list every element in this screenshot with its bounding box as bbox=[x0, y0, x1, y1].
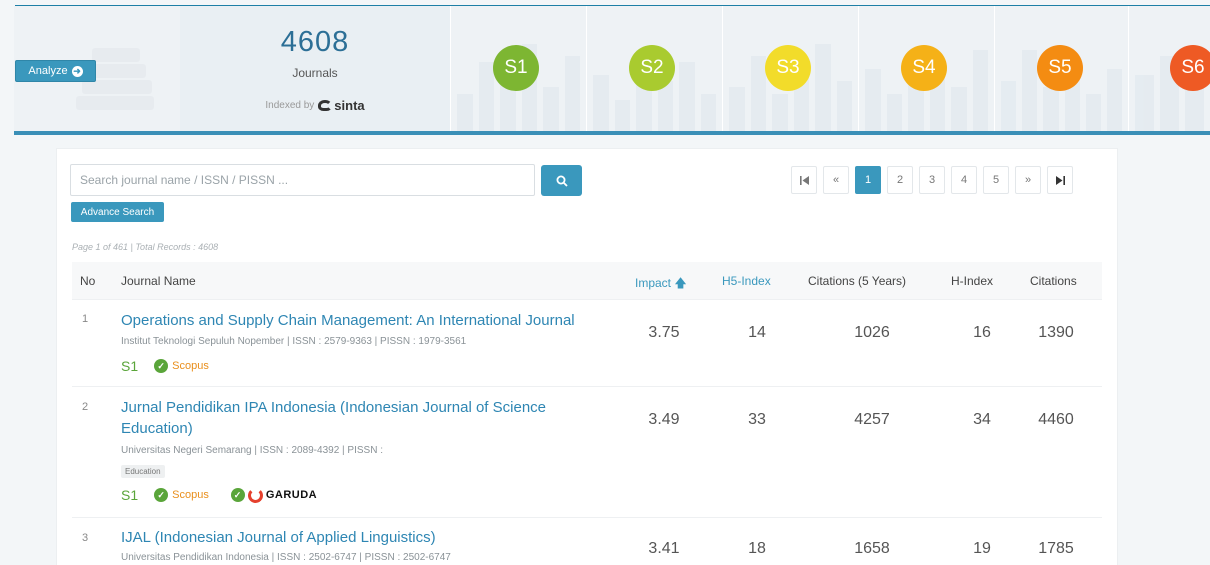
impact-value: 3.75 bbox=[648, 324, 680, 341]
citations-5y-value: 4257 bbox=[854, 411, 890, 428]
h5-index-value: 14 bbox=[748, 324, 766, 341]
sort-up-icon: 🡅 bbox=[674, 276, 687, 290]
page-info: Page 1 of 461 | Total Records : 4608 bbox=[72, 242, 219, 252]
total-journals-label: Journals bbox=[292, 66, 338, 80]
rank-badge-s1[interactable]: S1 bbox=[493, 45, 539, 91]
rank-badge-s3[interactable]: S3 bbox=[765, 45, 811, 91]
page-1-button[interactable]: 1 bbox=[855, 166, 881, 194]
search-input[interactable] bbox=[70, 164, 535, 196]
total-journals-count: 4608 bbox=[280, 26, 350, 58]
next-page-button[interactable]: » bbox=[1015, 166, 1041, 194]
first-page-icon bbox=[799, 175, 809, 185]
citations-value: 4460 bbox=[1038, 411, 1074, 428]
arrow-right-icon: ➜ bbox=[71, 65, 83, 77]
journal-accreditation: S1 ✓ Scopus ✓ GARUDA bbox=[121, 487, 317, 503]
search-icon bbox=[556, 175, 568, 187]
col-impact-sort[interactable]: Impact 🡅 bbox=[635, 274, 687, 295]
analyze-label: Analyze bbox=[28, 65, 68, 77]
last-page-button[interactable] bbox=[1047, 166, 1073, 194]
total-journals-box: 4608 Journals Indexed by sinta bbox=[180, 6, 450, 131]
journal-title-link[interactable]: Jurnal Pendidikan IPA Indonesia (Indones… bbox=[121, 397, 546, 418]
col-journal-name: Journal Name bbox=[121, 274, 196, 288]
col-citations: Citations bbox=[1030, 274, 1077, 288]
h-index-value: 34 bbox=[973, 411, 991, 428]
citations-value: 1390 bbox=[1038, 324, 1074, 341]
page-4-button[interactable]: 4 bbox=[951, 166, 977, 194]
table-header: No Journal Name Impact 🡅 H5-Index Citati… bbox=[72, 262, 1102, 300]
h5-index-value: 33 bbox=[748, 411, 766, 428]
books-illustration bbox=[72, 40, 162, 125]
h-index-value: 16 bbox=[973, 324, 991, 341]
citations-5y-value: 1026 bbox=[854, 324, 890, 341]
col-h-index: H-Index bbox=[951, 274, 994, 288]
table-row: 3 IJAL (Indonesian Journal of Applied Li… bbox=[72, 519, 1102, 565]
page-5-button[interactable]: 5 bbox=[983, 166, 1009, 194]
indexed-by-label: Indexed by bbox=[265, 100, 315, 111]
check-circle-icon: ✓ bbox=[154, 359, 169, 373]
col-citations-5y: Citations (5 Years) bbox=[808, 274, 907, 288]
journal-meta: Universitas Pendidikan Indonesia | ISSN … bbox=[121, 552, 451, 563]
row-number: 1 bbox=[82, 313, 89, 325]
rank-label: S1 bbox=[121, 487, 139, 503]
citations-value: 1785 bbox=[1038, 540, 1074, 557]
rank-badge-s4[interactable]: S4 bbox=[901, 45, 947, 91]
pagination: « 1 2 3 4 5 » bbox=[791, 166, 1073, 194]
h5-index-value: 18 bbox=[748, 540, 766, 557]
sinta-logo-icon bbox=[318, 100, 333, 111]
impact-value: 3.41 bbox=[648, 540, 680, 557]
rank-badge-s2[interactable]: S2 bbox=[629, 45, 675, 91]
sinta-logo: sinta bbox=[318, 98, 365, 113]
scopus-label: Scopus bbox=[172, 489, 209, 501]
row-number: 2 bbox=[82, 401, 89, 413]
scopus-badge[interactable]: ✓ Scopus bbox=[154, 488, 209, 502]
check-circle-icon: ✓ bbox=[230, 488, 245, 502]
table-row: 1 Operations and Supply Chain Management… bbox=[72, 301, 1102, 387]
scopus-label: Scopus bbox=[172, 360, 209, 372]
sinta-logo-text: sinta bbox=[334, 98, 365, 113]
col-impact-label: Impact bbox=[635, 276, 672, 290]
first-page-button[interactable] bbox=[791, 166, 817, 194]
row-number: 3 bbox=[82, 532, 89, 544]
citations-5y-value: 1658 bbox=[854, 540, 890, 557]
header-bottom-border bbox=[14, 131, 1210, 135]
rank-badge-s5[interactable]: S5 bbox=[1037, 45, 1083, 91]
journal-meta: Institut Teknologi Sepuluh Nopember | IS… bbox=[121, 336, 467, 347]
check-circle-icon: ✓ bbox=[154, 488, 169, 502]
garuda-label: GARUDA bbox=[265, 489, 318, 501]
journal-meta: Universitas Negeri Semarang | ISSN : 208… bbox=[121, 445, 383, 456]
page-3-button[interactable]: 3 bbox=[919, 166, 945, 194]
h-index-value: 19 bbox=[973, 540, 991, 557]
garuda-badge[interactable]: ✓ GARUDA bbox=[230, 487, 318, 503]
impact-value: 3.49 bbox=[648, 411, 680, 428]
analyze-button[interactable]: Analyze ➜ bbox=[15, 60, 96, 82]
search-button[interactable] bbox=[541, 165, 582, 196]
rank-label: S1 bbox=[121, 358, 139, 374]
col-no: No bbox=[80, 274, 96, 288]
advance-search-button[interactable]: Advance Search bbox=[71, 202, 164, 222]
prev-page-button[interactable]: « bbox=[823, 166, 849, 194]
journal-title-link[interactable]: IJAL (Indonesian Journal of Applied Ling… bbox=[121, 527, 436, 548]
indexed-by: Indexed by sinta bbox=[180, 98, 450, 113]
subject-tag[interactable]: Education bbox=[121, 465, 165, 478]
journal-title-link[interactable]: Operations and Supply Chain Management: … bbox=[121, 310, 575, 331]
table-row: 2 Jurnal Pendidikan IPA Indonesia (Indon… bbox=[72, 388, 1102, 518]
last-page-icon bbox=[1055, 175, 1065, 185]
scopus-badge[interactable]: ✓ Scopus bbox=[154, 359, 209, 373]
page-2-button[interactable]: 2 bbox=[887, 166, 913, 194]
garuda-logo-icon bbox=[247, 487, 263, 503]
journal-accreditation: S1 ✓ Scopus bbox=[121, 358, 209, 374]
col-h5-index-sort[interactable]: H5-Index bbox=[722, 274, 771, 288]
journal-title-link-line2[interactable]: Education) bbox=[121, 418, 193, 439]
rank-badge-s6[interactable]: S6 bbox=[1170, 45, 1210, 91]
